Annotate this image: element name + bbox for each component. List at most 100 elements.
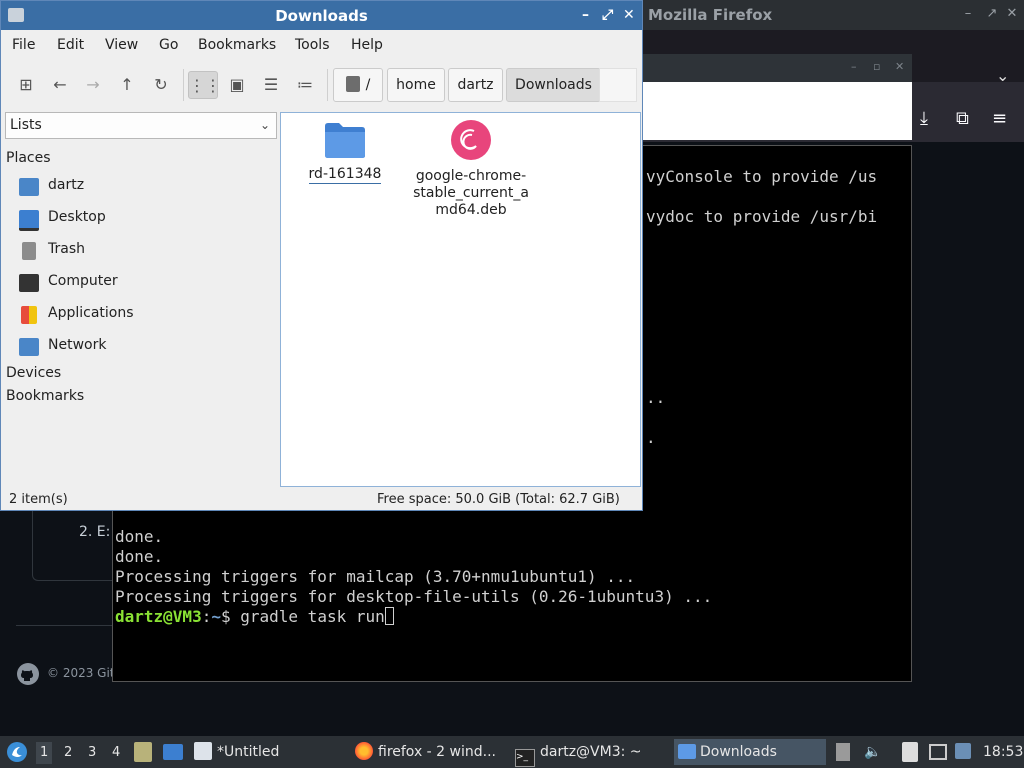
toolbar-separator [327, 69, 328, 101]
menu-tools[interactable]: Tools [295, 37, 330, 53]
workspace-1[interactable]: 1 [36, 742, 53, 764]
reload-icon[interactable]: ↻ [146, 71, 176, 99]
drive-icon [345, 76, 360, 92]
workspace-3[interactable]: 3 [88, 745, 96, 760]
breadcrumb-filler [599, 68, 637, 102]
downloads-icon[interactable]: ⤓ [920, 108, 928, 129]
github-step-text: 2. E: [79, 524, 111, 540]
toolbar-separator [183, 69, 184, 101]
clipboard-icon[interactable] [902, 742, 918, 762]
file-name-line: md64.deb [435, 202, 507, 218]
terminal-line: . [646, 428, 656, 447]
status-free-space: Free space: 50.0 GiB (Total: 62.7 GiB) [377, 492, 620, 507]
breadcrumb-downloads[interactable]: Downloads [506, 68, 601, 102]
file-icon-view[interactable]: rd-161348 google-chrome- stable_current_… [280, 112, 641, 487]
firefox-maximize-button[interactable]: ↗ [984, 6, 1000, 22]
show-desktop-icon[interactable] [163, 744, 183, 760]
firefox-window-title: Mozilla Firefox [648, 6, 773, 24]
menu-help[interactable]: Help [351, 37, 383, 53]
firefox-minimize-button[interactable]: – [960, 6, 976, 22]
icon-view-icon[interactable]: ⋮⋮ [188, 71, 221, 99]
task-untitled[interactable]: *Untitled [194, 739, 344, 765]
terminal-titlebar [640, 54, 912, 82]
applications-icon [21, 306, 37, 324]
folder-icon [325, 123, 365, 158]
github-footer-copyright: © 2023 Gith [47, 666, 123, 680]
minimize-button[interactable]: – [582, 6, 589, 24]
status-item-count: 2 item(s) [9, 492, 68, 507]
task-terminal[interactable]: >_ dartz@VM3: ~ [515, 739, 665, 767]
terminal-icon: >_ [515, 749, 535, 767]
sidebar-item-trash[interactable]: Trash [19, 239, 269, 263]
firefox-close-button[interactable]: ✕ [1004, 6, 1020, 22]
task-label: Downloads [700, 744, 777, 760]
breadcrumb-home[interactable]: home [387, 68, 445, 102]
taskbar: 1 2 3 4 *Untitled firefox - 2 wind... >_… [0, 736, 1024, 768]
menu-edit[interactable]: Edit [57, 37, 84, 53]
thumbnail-view-icon[interactable]: ▣ [222, 71, 252, 99]
trash-icon [22, 242, 36, 260]
sidebar-item-network[interactable]: Network [19, 335, 269, 359]
file-item-deb[interactable]: google-chrome- stable_current_a md64.deb [407, 119, 535, 219]
terminal-maximize-icon[interactable]: ▫ [873, 60, 880, 73]
file-manager-launcher-icon[interactable] [134, 742, 152, 762]
task-label: firefox - 2 wind... [378, 744, 496, 760]
detailed-list-view-icon[interactable]: ≔ [290, 71, 320, 99]
clock[interactable]: 18:53 [983, 744, 1023, 760]
side-pane-mode-select[interactable]: Lists ⌄ [5, 112, 277, 139]
sidebar-item-computer[interactable]: Computer [19, 271, 269, 295]
start-menu-icon[interactable] [6, 741, 28, 763]
sidebar-item-applications[interactable]: Applications [19, 303, 269, 327]
sidebar-item-label: Computer [48, 273, 118, 289]
volume-icon[interactable]: 🔈 [864, 744, 881, 760]
close-button[interactable]: ✕ [623, 6, 635, 24]
breadcrumb-root[interactable]: / [333, 68, 383, 102]
file-manager-titlebar[interactable]: Downloads – ⤢ ✕ [1, 1, 642, 30]
terminal-minimize-icon[interactable]: – [851, 60, 857, 73]
devices-header[interactable]: Devices [6, 365, 61, 381]
sidebar-item-desktop[interactable]: Desktop [19, 207, 269, 231]
debian-package-icon [451, 120, 491, 160]
folder-icon [678, 744, 696, 759]
github-step-card [32, 505, 123, 581]
new-tab-icon[interactable]: ⊞ [11, 71, 41, 99]
terminal-line: done. [115, 547, 164, 566]
computer-icon [19, 274, 39, 292]
bluetooth-icon[interactable] [955, 743, 971, 759]
firefox-page-area [640, 82, 912, 140]
desktop-icon [19, 210, 39, 231]
network-icon[interactable] [929, 744, 947, 760]
breadcrumb-root-label: / [365, 77, 371, 93]
terminal-close-icon[interactable]: ✕ [895, 60, 904, 73]
text-editor-icon [194, 742, 212, 760]
menu-hamburger-icon[interactable]: ≡ [992, 108, 1007, 129]
places-header[interactable]: Places [6, 150, 51, 166]
file-item-folder[interactable]: rd-161348 [305, 121, 385, 184]
task-firefox[interactable]: firefox - 2 wind... [355, 739, 505, 765]
update-notifier-icon[interactable] [836, 743, 850, 761]
terminal-line: .. [646, 388, 666, 407]
breadcrumb-dartz[interactable]: dartz [448, 68, 503, 102]
extensions-icon[interactable]: ⧉ [956, 108, 969, 129]
terminal-line: vydoc to provide /usr/bi [646, 207, 878, 226]
sidebar-item-dartz[interactable]: dartz [19, 175, 269, 199]
bookmarks-header[interactable]: Bookmarks [6, 388, 84, 404]
workspace-4[interactable]: 4 [112, 745, 120, 760]
task-downloads[interactable]: Downloads [674, 739, 826, 765]
compact-view-icon[interactable]: ☰ [256, 71, 286, 99]
workspace-2[interactable]: 2 [64, 745, 72, 760]
menu-view[interactable]: View [105, 37, 138, 53]
menu-go[interactable]: Go [159, 37, 178, 53]
terminal-line: vyConsole to provide /us [646, 167, 878, 186]
forward-arrow-icon[interactable]: → [78, 71, 108, 99]
maximize-button[interactable]: ⤢ [602, 6, 613, 24]
file-manager-title: Downloads [275, 7, 368, 25]
github-footer-divider [16, 625, 112, 626]
terminal-line: done. [115, 527, 164, 546]
github-logo-icon[interactable] [16, 662, 40, 686]
prompt-user: dartz@VM3 [115, 607, 202, 626]
up-arrow-icon[interactable]: ↑ [112, 71, 142, 99]
back-arrow-icon[interactable]: ← [45, 71, 75, 99]
menu-file[interactable]: File [12, 37, 35, 53]
menu-bookmarks[interactable]: Bookmarks [198, 37, 276, 53]
